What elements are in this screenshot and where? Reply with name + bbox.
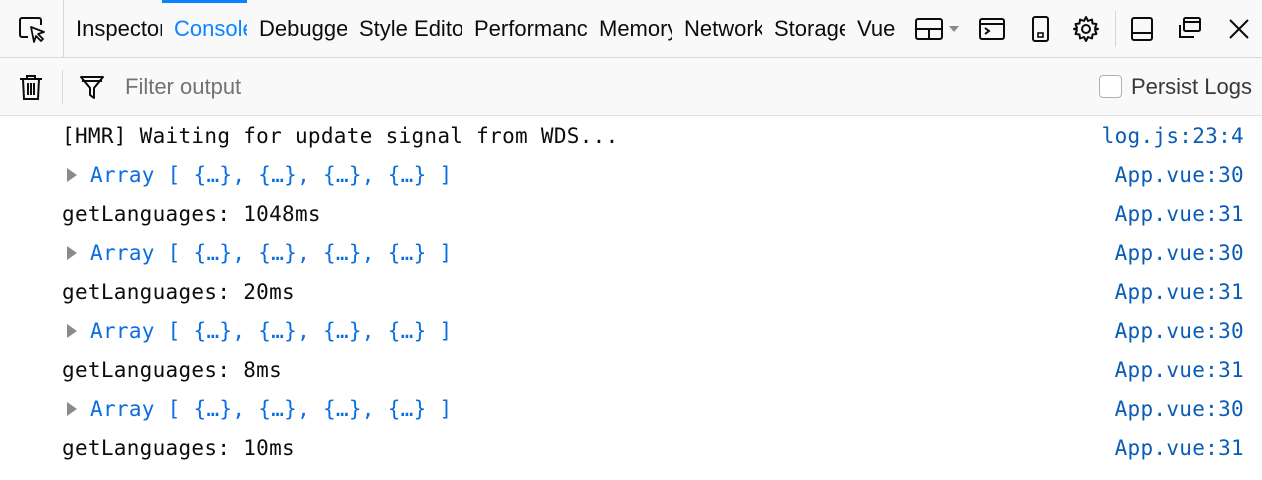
console-message: getLanguages: 10ms App.vue:31 <box>0 428 1262 467</box>
close-icon <box>1229 18 1249 39</box>
console-message: [HMR] Waiting for update signal from WDS… <box>0 116 1262 155</box>
message-location-link[interactable]: App.vue:31 <box>1115 358 1244 382</box>
message-object-inspector[interactable]: Array [ {…}, {…}, {…}, {…} ] <box>90 319 452 343</box>
message-location-link[interactable]: App.vue:30 <box>1115 319 1244 343</box>
tab-vue[interactable]: Vue <box>845 0 903 57</box>
expand-arrow-icon[interactable] <box>67 323 77 338</box>
trash-icon <box>20 74 42 100</box>
dock-layout-menu-button[interactable] <box>909 0 967 57</box>
responsive-design-button[interactable] <box>1017 0 1063 57</box>
message-text: getLanguages: 10ms <box>62 435 295 460</box>
message-location-link[interactable]: App.vue:31 <box>1115 280 1244 304</box>
expand-arrow-icon[interactable] <box>67 401 77 416</box>
message-text: getLanguages: 20ms <box>62 279 295 304</box>
console-message: Array [ {…}, {…}, {…}, {…} ] App.vue:30 <box>0 155 1262 194</box>
element-picker-button[interactable] <box>0 0 64 57</box>
clear-output-button[interactable] <box>0 58 62 115</box>
console-filter-bar: Persist Logs <box>0 58 1262 116</box>
tab-label: Network <box>684 15 762 41</box>
tab-network[interactable]: Network <box>672 0 762 57</box>
tab-label: Performance <box>474 15 587 41</box>
tab-label: Inspector <box>76 15 162 41</box>
gear-icon <box>1073 15 1099 42</box>
responsive-design-icon <box>1032 15 1049 42</box>
message-location-link[interactable]: App.vue:30 <box>1115 241 1244 265</box>
console-message: Array [ {…}, {…}, {…}, {…} ] App.vue:30 <box>0 389 1262 428</box>
console-message: Array [ {…}, {…}, {…}, {…} ] App.vue:30 <box>0 233 1262 272</box>
persist-logs-checkbox[interactable] <box>1098 75 1122 98</box>
dock-bottom-icon <box>1131 16 1153 41</box>
tab-label: Style Editor <box>359 15 462 41</box>
separate-window-icon <box>1179 16 1201 38</box>
console-message: getLanguages: 20ms App.vue:31 <box>0 272 1262 311</box>
toolbar-separator <box>1115 10 1116 47</box>
console-message: Array [ {…}, {…}, {…}, {…} ] App.vue:30 <box>0 311 1262 350</box>
tab-debugger[interactable]: Debugger <box>247 0 347 57</box>
element-picker-icon <box>18 16 45 43</box>
tab-style-editor[interactable]: Style Editor <box>347 0 462 57</box>
tab-label: Vue <box>857 15 896 41</box>
message-text: getLanguages: 1048ms <box>62 201 321 226</box>
expand-arrow-icon[interactable] <box>67 167 77 182</box>
console-message: getLanguages: 8ms App.vue:31 <box>0 350 1262 389</box>
message-text: [HMR] Waiting for update signal from WDS… <box>62 123 619 148</box>
message-object-inspector[interactable]: Array [ {…}, {…}, {…}, {…} ] <box>90 163 452 187</box>
dock-layout-icon <box>915 17 959 40</box>
persist-logs-label: Persist Logs <box>1130 73 1252 99</box>
message-object-inspector[interactable]: Array [ {…}, {…}, {…}, {…} ] <box>90 397 452 421</box>
message-location-link[interactable]: App.vue:31 <box>1115 202 1244 226</box>
message-location-link[interactable]: App.vue:30 <box>1115 397 1244 421</box>
split-console-button[interactable] <box>967 0 1017 57</box>
filter-icon <box>80 75 104 99</box>
filter-toggle-button[interactable] <box>63 58 121 115</box>
tab-console[interactable]: Console <box>162 0 247 57</box>
message-object-inspector[interactable]: Array [ {…}, {…}, {…}, {…} ] <box>90 241 452 265</box>
persist-logs-toggle[interactable]: Persist Logs <box>1098 58 1252 115</box>
tab-label: Debugger <box>259 15 347 41</box>
tab-label: Memory <box>599 15 672 41</box>
expand-arrow-icon[interactable] <box>67 245 77 260</box>
toolbox-controls <box>909 0 1262 57</box>
message-location-link[interactable]: log.js:23:4 <box>1102 124 1244 148</box>
message-location-link[interactable]: App.vue:31 <box>1115 436 1244 460</box>
tab-storage[interactable]: Storage <box>762 0 845 57</box>
tool-tabs: Inspector Console Debugger Style Editor … <box>64 0 903 57</box>
tab-label: Storage <box>774 15 845 41</box>
settings-button[interactable] <box>1063 0 1109 57</box>
tab-inspector[interactable]: Inspector <box>64 0 162 57</box>
tab-label: Console <box>174 15 247 41</box>
message-location-link[interactable]: App.vue:30 <box>1115 163 1244 187</box>
console-message: getLanguages: 1048ms App.vue:31 <box>0 194 1262 233</box>
tab-performance[interactable]: Performance <box>462 0 587 57</box>
tab-memory[interactable]: Memory <box>587 0 672 57</box>
close-toolbox-button[interactable] <box>1216 0 1262 57</box>
separate-window-button[interactable] <box>1162 0 1216 57</box>
filter-output-input[interactable] <box>121 66 821 107</box>
split-console-icon <box>979 17 1005 40</box>
console-output: [HMR] Waiting for update signal from WDS… <box>0 116 1262 467</box>
devtools-toolbox-toolbar: Inspector Console Debugger Style Editor … <box>0 0 1262 58</box>
message-text: getLanguages: 8ms <box>62 357 283 382</box>
dock-bottom-button[interactable] <box>1122 0 1162 57</box>
